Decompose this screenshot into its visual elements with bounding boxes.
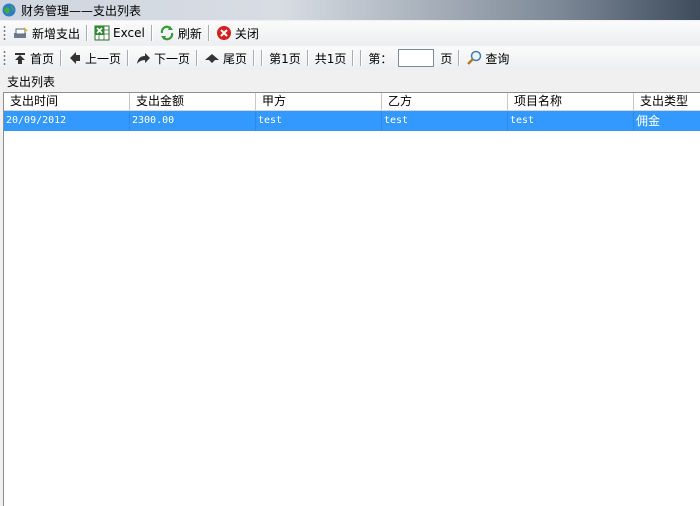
column-header-party-b[interactable]: 乙方 (382, 93, 508, 110)
table-row[interactable]: 20/09/2012 2300.00 test test test 佣金 (4, 111, 700, 131)
toolbar-separator (261, 50, 264, 66)
first-page-icon (15, 53, 25, 64)
toolbar-grip[interactable] (3, 50, 6, 66)
toolbar-separator (60, 50, 63, 66)
expense-grid[interactable]: 支出时间 支出金额 甲方 乙方 项目名称 支出类型 20/09/2012 230… (3, 92, 700, 506)
last-page-icon (205, 54, 220, 63)
excel-export-button[interactable]: Excel (91, 22, 148, 44)
cell-amount: 2300.00 (130, 111, 256, 131)
refresh-label: 刷新 (177, 26, 202, 41)
new-expense-button[interactable]: 新增支出 (10, 22, 83, 44)
close-label: 关闭 (234, 26, 259, 41)
toolbar-separator (207, 25, 210, 41)
cell-date: 20/09/2012 (4, 111, 130, 131)
first-page-button[interactable]: 首页 (10, 47, 57, 69)
first-page-label: 首页 (30, 51, 55, 66)
goto-page-input[interactable] (398, 49, 435, 67)
close-icon (216, 26, 231, 40)
title-bar: 财务管理——支出列表 (0, 0, 700, 20)
cell-party-b: test (382, 111, 508, 131)
prev-page-label: 上一页 (85, 51, 122, 66)
last-page-button[interactable]: 尾页 (201, 47, 250, 69)
last-page-label: 尾页 (223, 51, 248, 66)
prev-page-button[interactable]: 上一页 (65, 47, 124, 69)
excel-label: Excel (113, 26, 145, 40)
toolbar-separator (127, 50, 130, 66)
list-title: 支出列表 (7, 75, 56, 89)
cell-party-a: test (256, 111, 382, 131)
new-document-icon (14, 27, 28, 38)
magnifier-icon (467, 50, 482, 65)
cell-project: test (508, 111, 634, 131)
refresh-button[interactable]: 刷新 (156, 22, 205, 44)
goto-prefix-label: 第： (368, 51, 393, 66)
prev-page-icon (70, 52, 81, 64)
toolbar-separator (86, 25, 89, 41)
current-page-label: 第1页 (269, 51, 301, 66)
next-page-icon (137, 53, 151, 64)
toolbar-separator (360, 50, 363, 66)
total-pages-label: 共1页 (314, 51, 347, 66)
toolbar-separator (253, 50, 256, 66)
toolbar-separator (306, 50, 309, 66)
next-page-label: 下一页 (154, 51, 191, 66)
excel-icon (94, 25, 110, 41)
toolbar-separator (150, 25, 153, 41)
toolbar-separator (196, 50, 199, 66)
column-header-date[interactable]: 支出时间 (4, 93, 130, 110)
cell-type: 佣金 (634, 111, 700, 131)
toolbar-grip[interactable] (3, 25, 6, 41)
column-header-project[interactable]: 项目名称 (508, 93, 634, 110)
goto-suffix-label: 页 (440, 51, 453, 66)
toolbar-separator (458, 50, 461, 66)
window-title: 财务管理——支出列表 (21, 3, 142, 18)
column-header-party-a[interactable]: 甲方 (256, 93, 382, 110)
query-button[interactable]: 查询 (463, 47, 512, 69)
query-label: 查询 (485, 51, 510, 66)
column-header-amount[interactable]: 支出金额 (130, 93, 256, 110)
close-button[interactable]: 关闭 (213, 22, 262, 44)
next-page-button[interactable]: 下一页 (132, 47, 193, 69)
new-expense-label: 新增支出 (32, 26, 81, 41)
column-header-type[interactable]: 支出类型 (634, 93, 700, 110)
refresh-icon (160, 25, 174, 41)
main-toolbar: 新增支出 Excel 刷新 关闭 (0, 21, 700, 45)
grid-header: 支出时间 支出金额 甲方 乙方 项目名称 支出类型 (4, 93, 700, 111)
toolbar-separator (352, 50, 355, 66)
paging-toolbar: 首页 上一页 下一页 尾页 第1页 共1页 第： 页 查询 (0, 46, 700, 70)
app-globe-icon (2, 3, 16, 17)
